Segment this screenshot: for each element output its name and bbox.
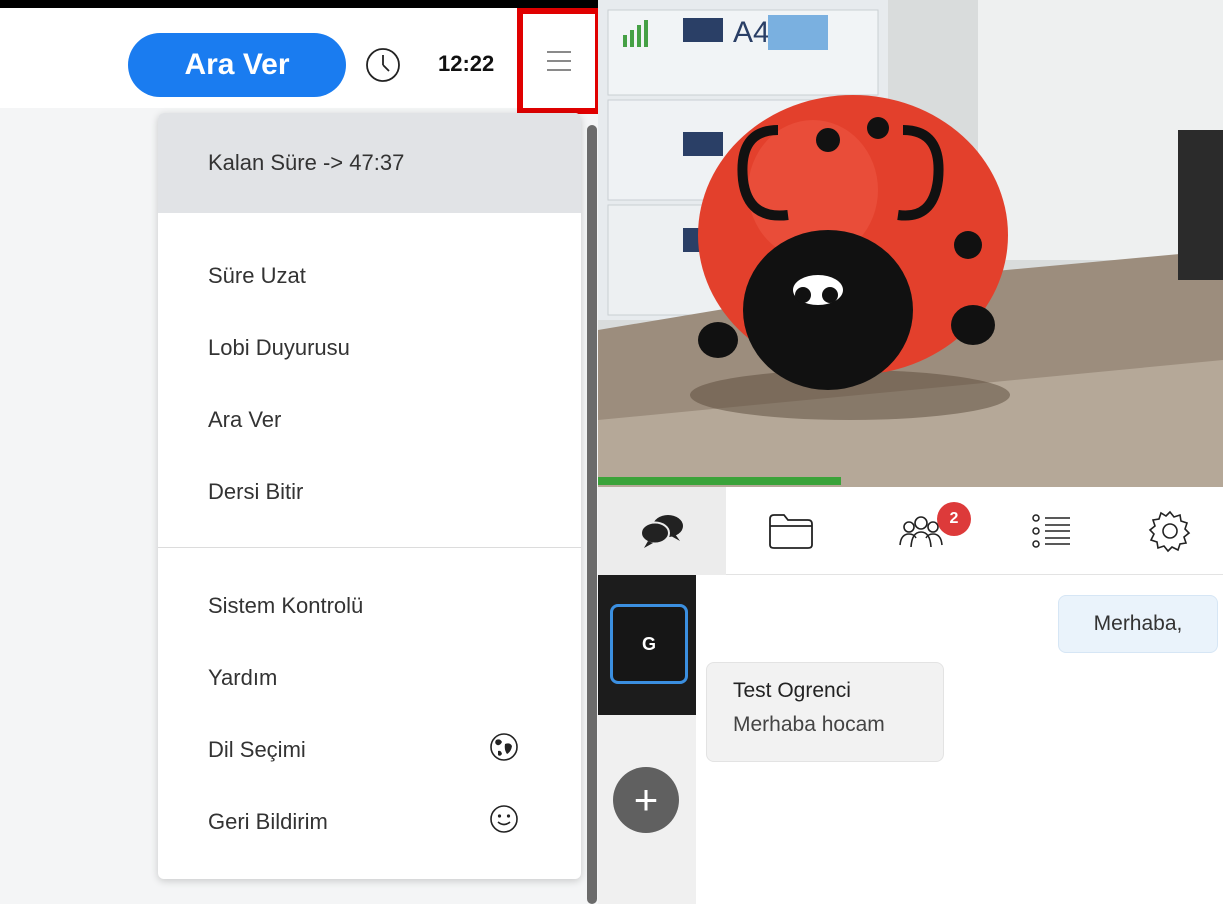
- video-progress-bar: [598, 477, 841, 485]
- message-sender: Test Ogrenci: [733, 679, 851, 702]
- smiley-icon: [490, 805, 518, 833]
- side-tab-bar: [598, 487, 1223, 575]
- menu-divider: [158, 547, 581, 548]
- message-text: Merhaba hocam: [733, 713, 885, 736]
- remaining-time: Kalan Süre -> 47:37: [158, 113, 581, 213]
- list-icon: [1032, 514, 1070, 548]
- time-display: 12:22: [438, 51, 495, 76]
- channel-avatar[interactable]: G: [610, 604, 688, 684]
- menu-toggle-button[interactable]: [517, 8, 601, 114]
- menu-item-extend-time[interactable]: Süre Uzat: [208, 263, 306, 289]
- hamburger-icon: [547, 51, 571, 71]
- menu-scrollbar[interactable]: [587, 125, 597, 904]
- tab-files[interactable]: [726, 487, 856, 575]
- camera-video-feed: A4: [598, 0, 1223, 487]
- folder-icon: [769, 514, 813, 549]
- incoming-message: Test Ogrenci Merhaba hocam: [706, 662, 944, 762]
- menu-item-help[interactable]: Yardım: [208, 665, 277, 691]
- menu-item-lobby-announcement[interactable]: Lobi Duyurusu: [208, 335, 350, 361]
- clock-icon: [366, 48, 400, 82]
- globe-icon: [490, 733, 518, 761]
- tab-participants[interactable]: [856, 487, 986, 575]
- chat-icon: [640, 515, 683, 548]
- menu-item-end-lesson[interactable]: Dersi Bitir: [208, 479, 303, 505]
- menu-item-break[interactable]: Ara Ver: [208, 407, 281, 433]
- outgoing-message: Merhaba,: [1058, 595, 1218, 653]
- menu-item-feedback[interactable]: Geri Bildirim: [208, 809, 328, 835]
- settings-icon: [1148, 510, 1190, 553]
- tab-list[interactable]: [986, 487, 1116, 575]
- break-button[interactable]: Ara Ver: [128, 33, 346, 97]
- add-channel-button[interactable]: +: [613, 767, 679, 833]
- tab-settings[interactable]: [1116, 487, 1223, 575]
- svg-text:A4: A4: [733, 16, 770, 49]
- participants-count-badge: 2: [937, 502, 971, 536]
- menu-item-language[interactable]: Dil Seçimi: [208, 737, 306, 763]
- options-menu: Kalan Süre -> 47:37 Süre Uzat Lobi Duyur…: [158, 113, 581, 879]
- menu-item-system-check[interactable]: Sistem Kontrolü: [208, 593, 363, 619]
- tab-chat[interactable]: [598, 487, 726, 575]
